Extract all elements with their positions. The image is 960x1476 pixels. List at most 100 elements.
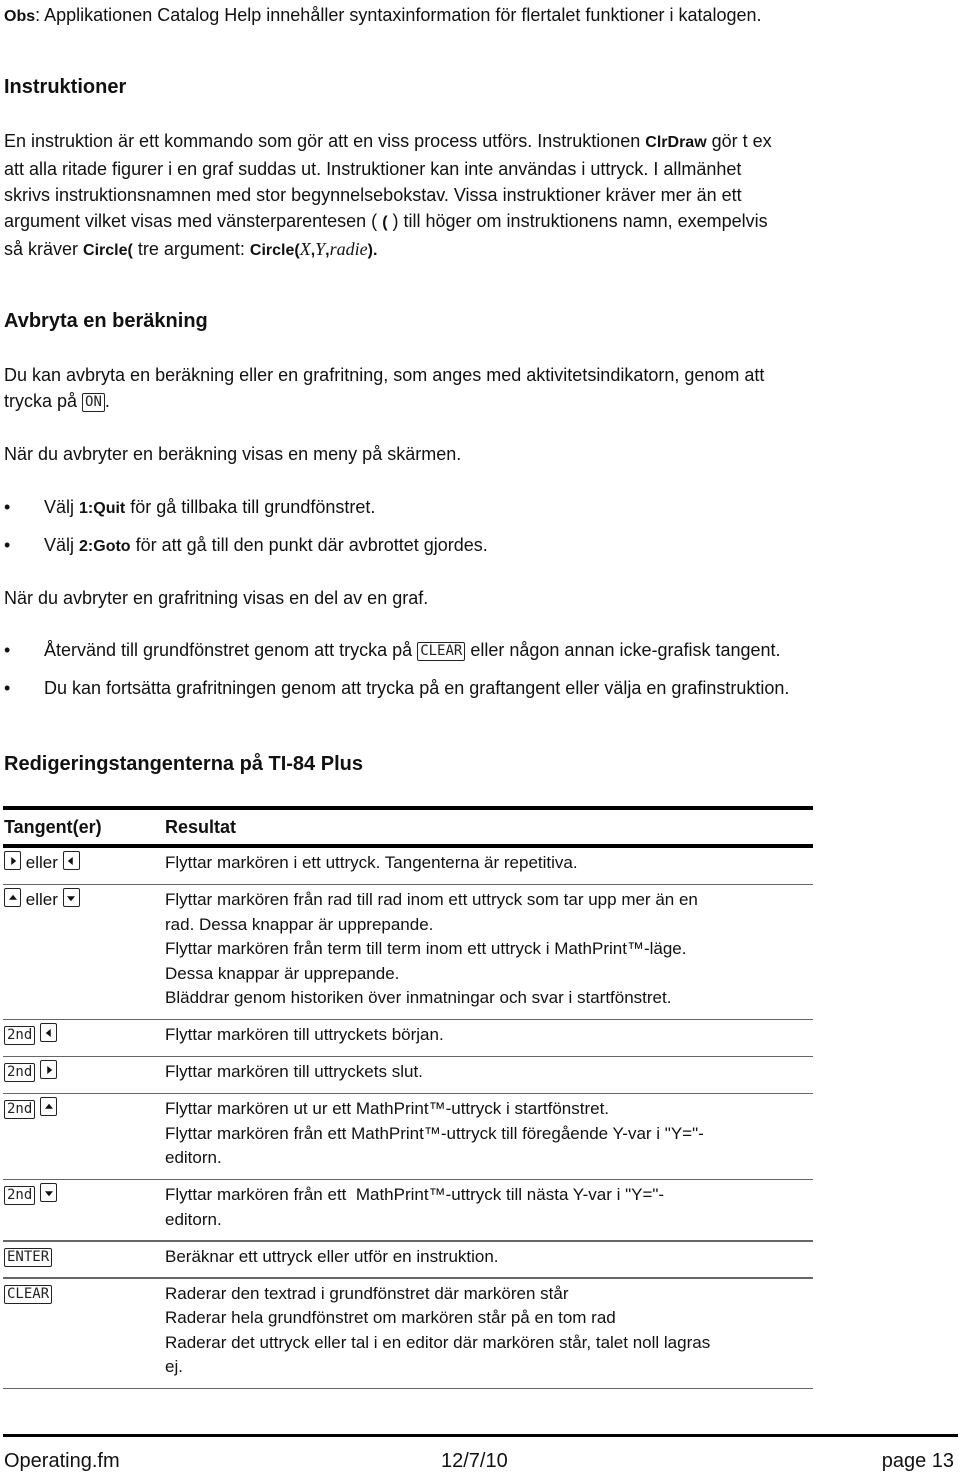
result-cell: Flyttar markören i ett uttryck. Tangente… <box>165 851 813 876</box>
arg-x: X <box>299 239 311 259</box>
keys-cell: CLEAR <box>4 1282 53 1307</box>
bullet-icon: • <box>4 640 11 660</box>
bullet-icon: • <box>4 678 11 698</box>
table-row: 2nd Flyttar markören till uttryckets bör… <box>3 1020 813 1056</box>
keys-cell: eller <box>4 888 80 913</box>
text: editorn. <box>165 1148 222 1167</box>
clear-key-icon: CLEAR <box>417 642 466 661</box>
text: Raderar den textrad i grundfönstret där … <box>165 1283 569 1303</box>
result-cell: Flyttar markören från ett MathPrint™-utt… <box>165 1183 813 1232</box>
note-text: : Applikationen Catalog Help innehåller … <box>35 5 762 25</box>
text: Raderar hela grundfönstret om markören s… <box>165 1308 616 1327</box>
avbryta-paragraph-3: När du avbryter en grafritning visas en … <box>4 588 429 608</box>
avbryta-paragraph-1: Du kan avbryta en beräkning eller en gra… <box>4 362 764 414</box>
instr-line-5: så kräver Circle( tre argument: Circle(X… <box>4 236 772 264</box>
text: Flyttar markören från ett MathPrint™-utt… <box>165 1123 704 1143</box>
text: Flyttar markören till uttryckets slut. <box>165 1062 423 1081</box>
heading-instruktioner: Instruktioner <box>4 76 127 98</box>
avbryta-paragraph-2: När du avbryter en beräkning visas en me… <box>4 444 462 464</box>
left-arrow-key-icon <box>62 851 80 870</box>
enter-key-icon: ENTER <box>4 1247 53 1267</box>
text: ej. <box>165 1357 183 1376</box>
clear-key-icon: CLEAR <box>4 1284 53 1304</box>
result-cell: Flyttar markören från rad till rad inom … <box>165 888 813 1011</box>
2nd-key-icon: 2nd <box>4 1063 36 1082</box>
text: tre argument: <box>132 239 250 259</box>
text: Flyttar markören ut ur ett MathPrint™-ut… <box>165 1099 610 1118</box>
text: trycka på <box>4 391 83 411</box>
2nd-key-icon: 2nd <box>4 1100 36 1119</box>
text: Dessa knappar är upprepande. <box>165 963 400 983</box>
text: så kräver <box>4 239 84 259</box>
instruktioner-paragraph: En instruktion är ett kommando som gör a… <box>4 128 772 264</box>
down-arrow-key-icon <box>40 1183 58 1202</box>
on-key-icon: ON <box>82 393 105 412</box>
cmd-goto: 2:Goto <box>79 538 131 555</box>
footer-rule <box>3 1434 958 1437</box>
text: Återvänd till grundfönstret genom att tr… <box>44 640 418 660</box>
2nd-key-icon: 2nd <box>4 1026 36 1045</box>
header-keys: Tangent(er) <box>4 817 102 837</box>
keys-cell: ENTER <box>4 1245 53 1270</box>
text: Välj <box>44 535 80 555</box>
footer-date: 12/7/10 <box>441 1450 508 1472</box>
list-item-text: Välj 1:Quit för gå tillbaka till grundfö… <box>44 494 375 522</box>
heading-avbryta: Avbryta en beräkning <box>4 310 208 332</box>
result-cell: Flyttar markören till uttryckets slut. <box>165 1060 813 1085</box>
keys-cell: 2nd <box>4 1060 58 1085</box>
text: Raderar det uttryck eller tal i en edito… <box>165 1332 711 1352</box>
2nd-key-icon: 2nd <box>4 1186 36 1205</box>
keys-cell: 2nd <box>4 1023 58 1048</box>
arg-radie: radie <box>329 239 368 259</box>
table-row: eller Flyttar markören från rad till rad… <box>3 885 813 1019</box>
text: ) till höger om instruktionens namn, exe… <box>387 211 768 231</box>
editing-keys-table: Tangent(er) Resultat eller Flyttar markö… <box>3 806 813 1389</box>
text: eller någon annan icke-grafisk tangent. <box>465 640 781 660</box>
table-row: ENTER Beräknar ett uttryck eller utför e… <box>3 1242 813 1278</box>
cmd-circle: Circle( <box>83 242 133 259</box>
text: för att gå till den punkt där avbrottet … <box>130 535 488 555</box>
text: En instruktion är ett kommando som gör a… <box>4 131 646 151</box>
instr-line-4: argument vilket visas med vänsterparente… <box>4 208 772 236</box>
text: eller <box>25 890 58 909</box>
table-row: 2nd Flyttar markören till uttryckets slu… <box>3 1057 813 1093</box>
text: Du kan avbryta en beräkning eller en gra… <box>4 365 765 385</box>
text: rad. Dessa knappar är upprepande. <box>165 914 434 934</box>
result-cell: Flyttar markören till uttryckets början. <box>165 1023 813 1048</box>
keys-cell: 2nd <box>4 1183 58 1208</box>
left-arrow-key-icon <box>40 1023 58 1042</box>
list-item-text: Du kan fortsätta grafritningen genom att… <box>44 675 789 701</box>
text: Du kan fortsätta grafritningen genom att… <box>44 678 790 698</box>
text: Flyttar markören från rad till rad inom … <box>165 890 698 909</box>
text: Flyttar markören till uttryckets början. <box>165 1025 444 1044</box>
result-cell: Beräknar ett uttryck eller utför en inst… <box>165 1245 813 1270</box>
list-item-text: Välj 2:Goto för att gå till den punkt dä… <box>44 532 488 560</box>
note-paragraph: Obs: Applikationen Catalog Help innehåll… <box>4 2 762 30</box>
header-result: Resultat <box>165 817 237 837</box>
footer-page-number: page 13 <box>881 1450 954 1472</box>
bullet-icon: • <box>4 497 11 517</box>
table-row: 2nd Flyttar markören ut ur ett MathPrint… <box>3 1094 813 1179</box>
text: . <box>104 391 110 411</box>
heading-redigering: Redigeringstangenterna på TI-84 Plus <box>4 753 363 775</box>
text: Bläddrar genom historiken över inmatning… <box>165 988 672 1007</box>
right-arrow-key-icon <box>40 1060 58 1079</box>
text: Beräknar ett uttryck eller utför en inst… <box>165 1246 499 1266</box>
table-row: eller Flyttar markören i ett uttryck. Ta… <box>3 848 813 884</box>
up-arrow-key-icon <box>40 1097 58 1116</box>
keys-cell: eller <box>4 851 80 876</box>
table-row: 2nd Flyttar markören från ett MathPrint™… <box>3 1180 813 1240</box>
instr-line-1: En instruktion är ett kommando som gör a… <box>4 128 772 156</box>
right-arrow-key-icon <box>4 851 21 870</box>
bullet-icon: • <box>4 535 11 555</box>
up-arrow-key-icon <box>4 888 21 907</box>
result-cell: Raderar den textrad i grundfönstret där … <box>165 1282 813 1380</box>
close-paren: ). <box>367 242 378 259</box>
text: Flyttar markören i ett uttryck. Tangente… <box>165 853 578 872</box>
text: eller <box>25 853 58 872</box>
text: Välj <box>44 497 80 517</box>
table-row: CLEAR Raderar den textrad i grundfönstre… <box>3 1279 813 1388</box>
note-label: Obs <box>4 8 36 25</box>
instr-line-2: att alla ritade figurer i en graf suddas… <box>4 159 742 179</box>
cmd-quit: 1:Quit <box>79 500 126 517</box>
